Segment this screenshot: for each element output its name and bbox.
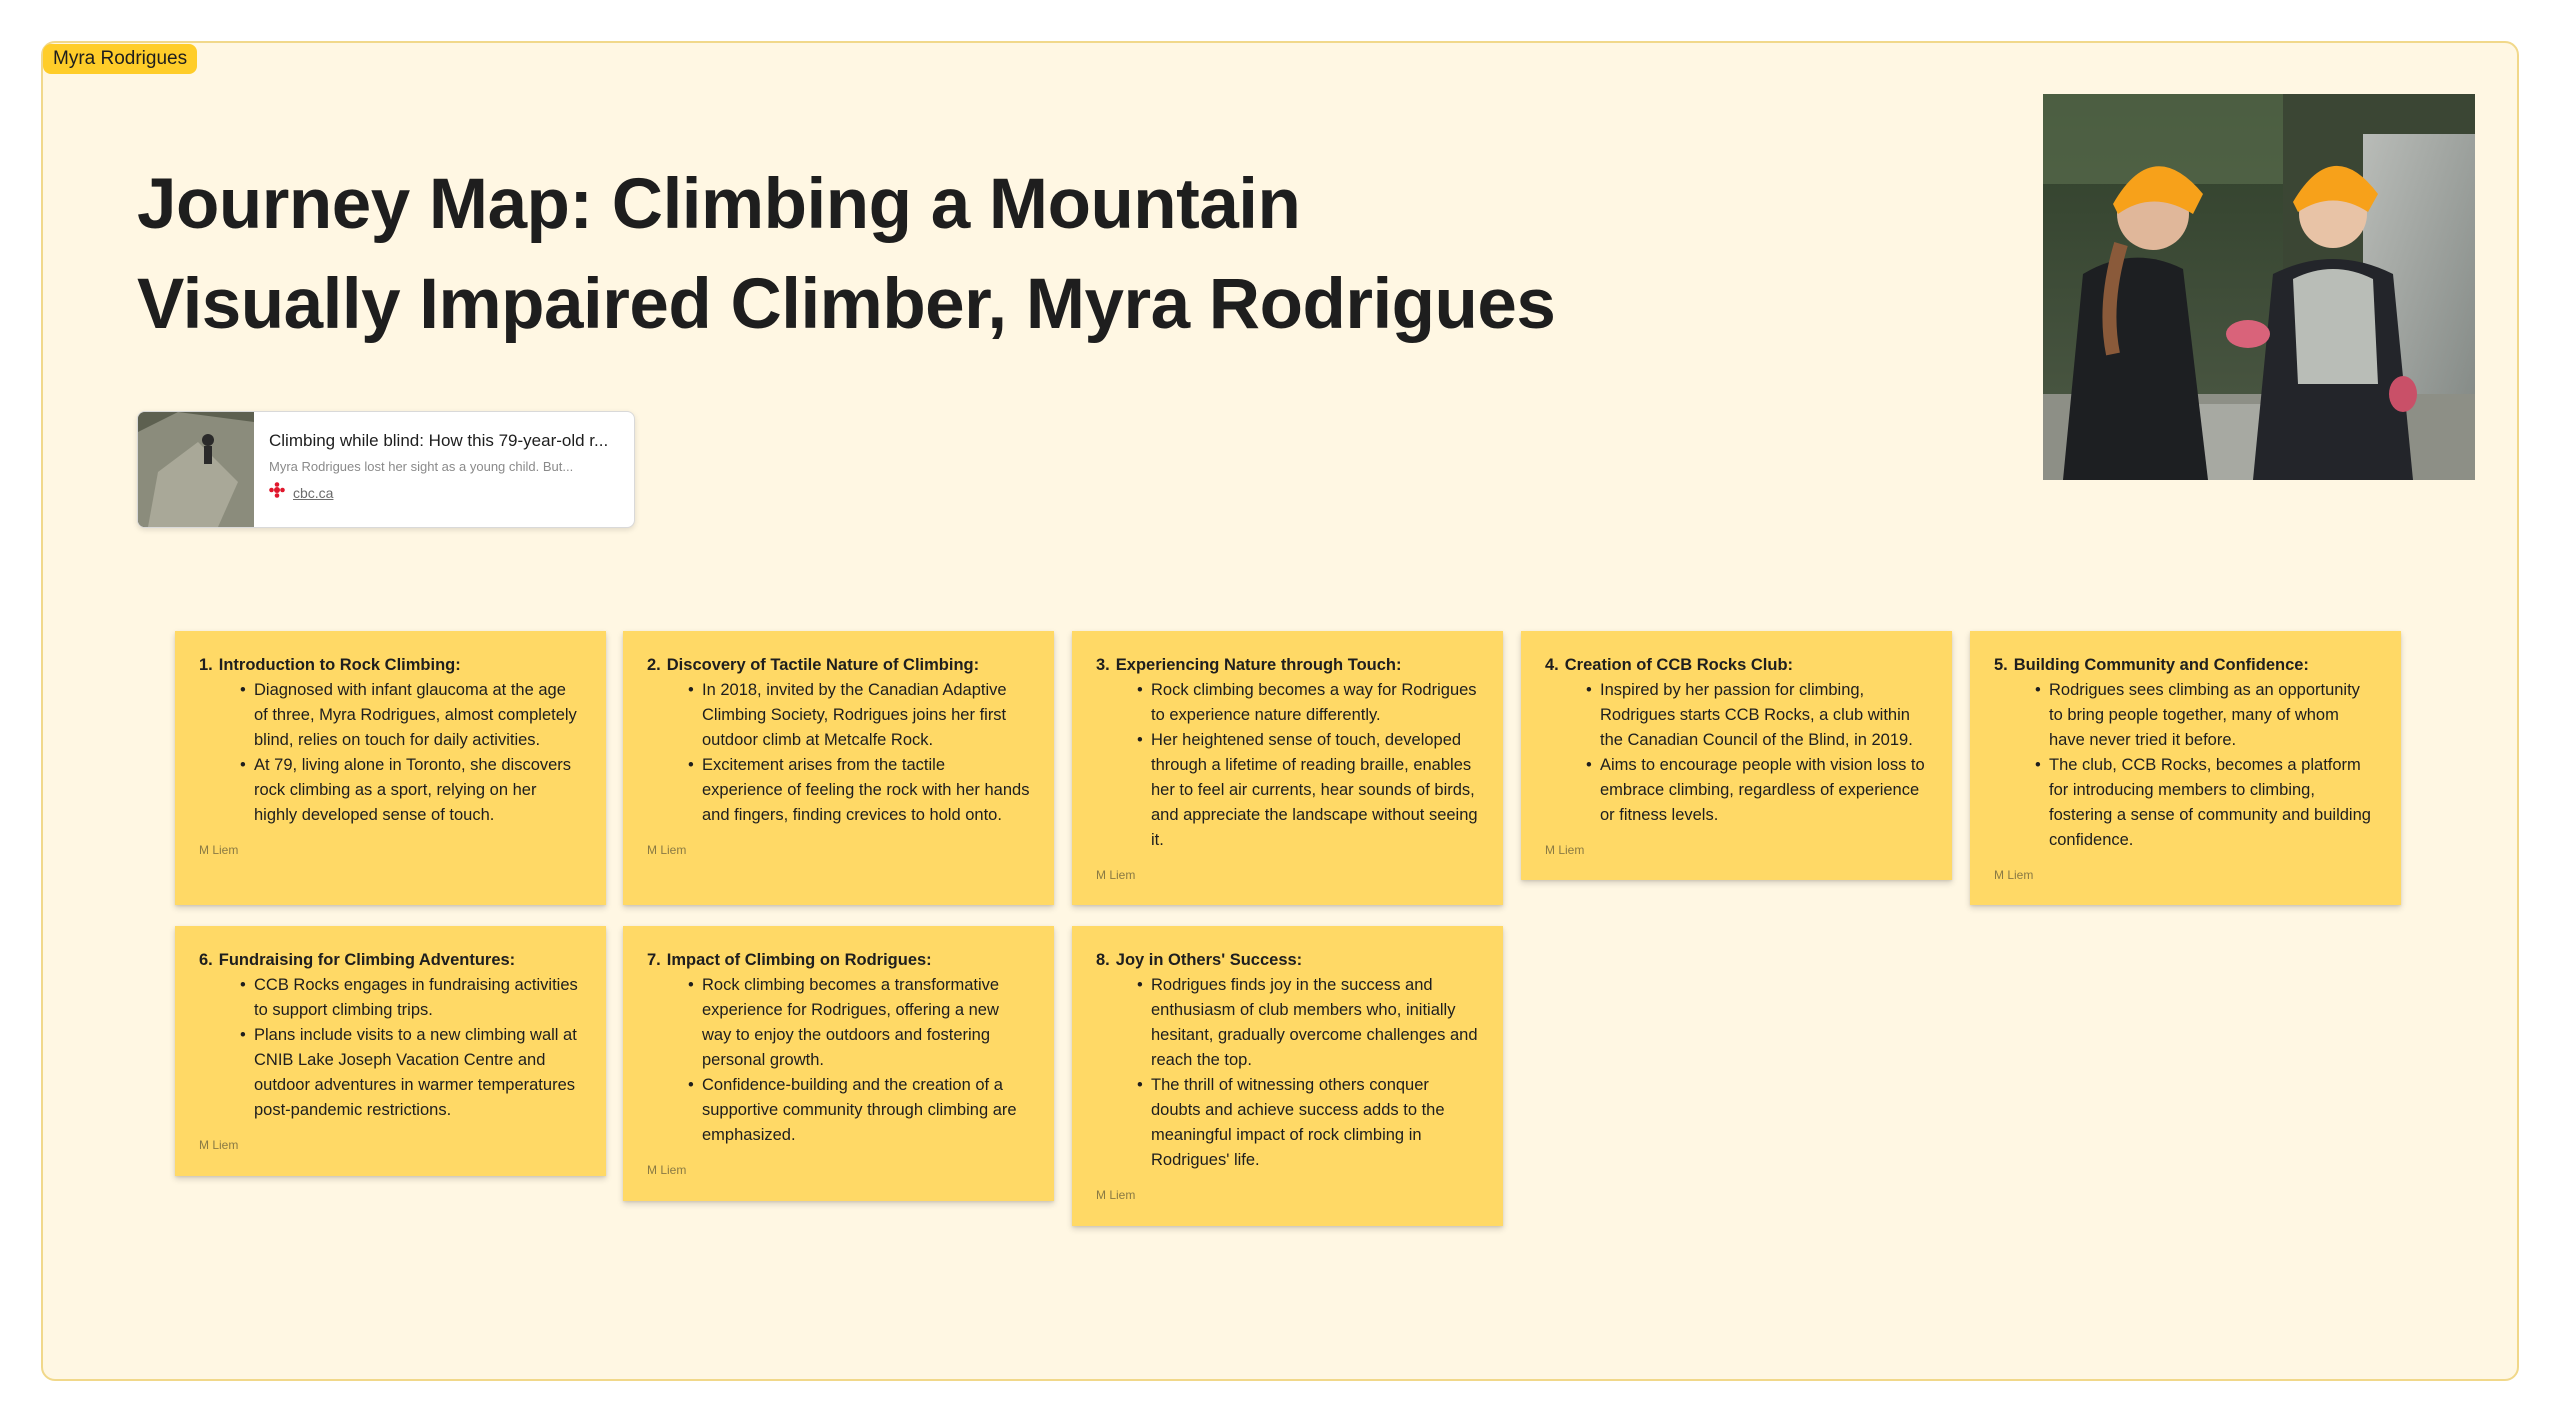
sticky-number: 8. <box>1096 951 1110 969</box>
sticky-title-text: Joy in Others' Success: <box>1115 951 1303 969</box>
sticky-title: 8. Joy in Others' Success: <box>1096 948 1479 973</box>
sticky-bullet: Rock climbing becomes a transformative e… <box>688 973 1030 1073</box>
sticky-number: 6. <box>199 951 213 969</box>
sticky-bullets: CCB Rocks engages in fundraising activit… <box>199 973 582 1123</box>
climbers-photo-illustration <box>2043 94 2475 480</box>
sticky-bullet: Rodrigues finds joy in the success and e… <box>1137 973 1479 1073</box>
sticky-bullets: In 2018, invited by the Canadian Adaptiv… <box>647 678 1030 828</box>
title-line-2: Visually Impaired Climber, Myra Rodrigue… <box>137 265 1556 344</box>
sticky-author: M Liem <box>199 843 239 857</box>
link-preview-card[interactable]: Climbing while blind: How this 79-year-o… <box>137 411 635 528</box>
sticky-number: 2. <box>647 656 661 674</box>
sticky-title-text: Fundraising for Climbing Adventures: <box>218 951 516 969</box>
climbers-photo[interactable] <box>2043 94 2475 480</box>
link-description: Myra Rodrigues lost her sight as a young… <box>269 459 574 474</box>
sticky-number: 5. <box>1994 656 2008 674</box>
sticky-author: M Liem <box>647 843 687 857</box>
sticky-title-text: Building Community and Confidence: <box>2013 656 2309 674</box>
sticky-bullet: CCB Rocks engages in fundraising activit… <box>240 973 582 1023</box>
sticky-author: M Liem <box>647 1163 687 1177</box>
sticky-bullet: The thrill of witnessing others conquer … <box>1137 1073 1479 1173</box>
sticky-bullets: Rodrigues sees climbing as an opportunit… <box>1994 678 2377 853</box>
sticky-note-2[interactable]: 2. Discovery of Tactile Nature of Climbin… <box>623 631 1054 905</box>
sticky-title: 4. Creation of CCB Rocks Club: <box>1545 653 1928 678</box>
sticky-bullets: Rodrigues finds joy in the success and e… <box>1096 973 1479 1173</box>
sticky-bullet: The club, CCB Rocks, becomes a platform … <box>2035 753 2377 853</box>
link-thumbnail-illustration <box>138 412 254 527</box>
whiteboard-canvas[interactable]: Myra Rodrigues Journey Map: Climbing a M… <box>0 0 2560 1420</box>
sticky-author: M Liem <box>1994 868 2034 882</box>
sticky-number: 1. <box>199 656 213 674</box>
sticky-note-3[interactable]: 3. Experiencing Nature through Touch: Roc… <box>1072 631 1503 905</box>
sticky-title-text: Discovery of Tactile Nature of Climbing: <box>666 656 980 674</box>
sticky-bullet: Inspired by her passion for climbing, Ro… <box>1586 678 1928 753</box>
page-title[interactable]: Journey Map: Climbing a Mountain Visuall… <box>137 155 1556 355</box>
sticky-note-7[interactable]: 7. Impact of Climbing on Rodrigues: Rock … <box>623 926 1054 1201</box>
sticky-title-text: Impact of Climbing on Rodrigues: <box>666 951 932 969</box>
sticky-note-8[interactable]: 8. Joy in Others' Success: Rodrigues find… <box>1072 926 1503 1226</box>
sticky-author: M Liem <box>1096 868 1136 882</box>
sticky-author: M Liem <box>199 1138 239 1152</box>
sticky-bullet: Aims to encourage people with vision los… <box>1586 753 1928 828</box>
sticky-note-5[interactable]: 5. Building Community and Confidence: Rod… <box>1970 631 2401 905</box>
sticky-bullets: Rock climbing becomes a way for Rodrigue… <box>1096 678 1479 853</box>
link-title: Climbing while blind: How this 79-year-o… <box>269 431 609 450</box>
sticky-title: 3. Experiencing Nature through Touch: <box>1096 653 1479 678</box>
sticky-title-text: Introduction to Rock Climbing: <box>218 656 461 674</box>
sticky-note-4[interactable]: 4. Creation of CCB Rocks Club: Inspired b… <box>1521 631 1952 880</box>
title-line-1: Journey Map: Climbing a Mountain <box>137 165 1301 244</box>
sticky-author: M Liem <box>1545 843 1585 857</box>
sticky-bullets: Diagnosed with infant glaucoma at the ag… <box>199 678 582 828</box>
sticky-title: 5. Building Community and Confidence: <box>1994 653 2377 678</box>
sticky-bullet: In 2018, invited by the Canadian Adaptiv… <box>688 678 1030 753</box>
sticky-title: 6. Fundraising for Climbing Adventures: <box>199 948 582 973</box>
sticky-bullet: Her heightened sense of touch, developed… <box>1137 728 1479 853</box>
sticky-title: 7. Impact of Climbing on Rodrigues: <box>647 948 1030 973</box>
sticky-bullet: Rodrigues sees climbing as an opportunit… <box>2035 678 2377 753</box>
sticky-number: 7. <box>647 951 661 969</box>
sticky-bullets: Rock climbing becomes a transformative e… <box>647 973 1030 1148</box>
sticky-bullet: Confidence-building and the creation of … <box>688 1073 1030 1148</box>
sticky-title-text: Creation of CCB Rocks Club: <box>1564 656 1794 674</box>
sticky-title: 2. Discovery of Tactile Nature of Climbin… <box>647 653 1030 678</box>
sticky-bullets: Inspired by her passion for climbing, Ro… <box>1545 678 1928 828</box>
link-domain-text: cbc.ca <box>293 484 334 501</box>
link-thumbnail <box>138 412 254 527</box>
sticky-title: 1. Introduction to Rock Climbing: <box>199 653 582 678</box>
sticky-title-text: Experiencing Nature through Touch: <box>1115 656 1402 674</box>
sticky-bullet: Diagnosed with infant glaucoma at the ag… <box>240 678 582 753</box>
sticky-bullet: Plans include visits to a new climbing w… <box>240 1023 582 1123</box>
sticky-note-1[interactable]: 1. Introduction to Rock Climbing: Diagnos… <box>175 631 606 905</box>
sticky-bullet: At 79, living alone in Toronto, she disc… <box>240 753 582 828</box>
sticky-author: M Liem <box>1096 1188 1136 1202</box>
sticky-bullet: Excitement arises from the tactile exper… <box>688 753 1030 828</box>
sticky-bullet: Rock climbing becomes a way for Rodrigue… <box>1137 678 1479 728</box>
sticky-number: 3. <box>1096 656 1110 674</box>
section-label[interactable]: Myra Rodrigues <box>43 44 198 74</box>
sticky-number: 4. <box>1545 656 1559 674</box>
sticky-note-6[interactable]: 6. Fundraising for Climbing Adventures: C… <box>175 926 606 1176</box>
link-domain[interactable]: cbc.ca <box>269 482 333 503</box>
cbc-gem-icon <box>269 482 285 503</box>
